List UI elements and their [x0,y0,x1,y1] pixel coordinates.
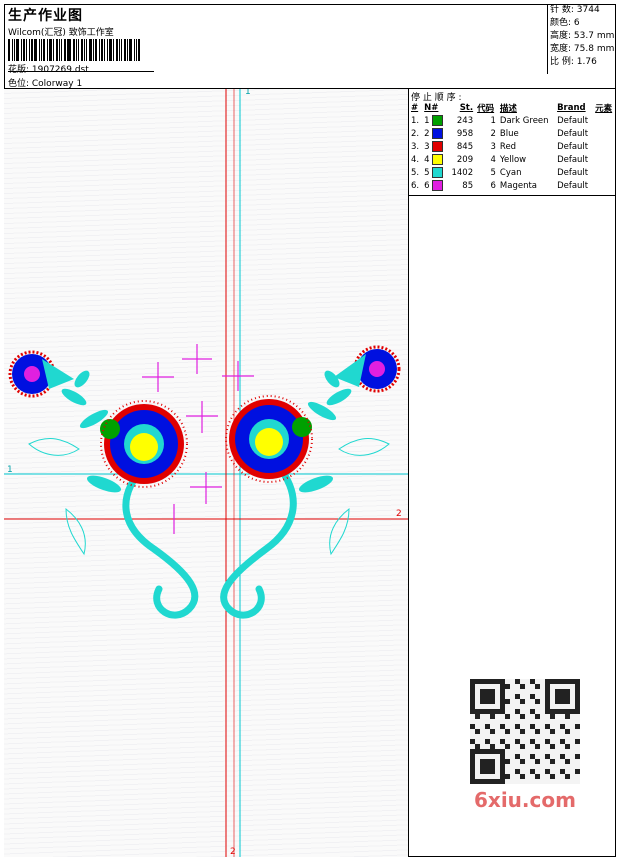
qr-code [470,679,580,784]
row-index: 3. [411,141,420,152]
table-row: 3. 3 845 3 Red Default [409,140,616,153]
watermark: 6xiu.com [474,788,576,812]
row-element [593,114,616,127]
guide-label-cyan-top: 1 [245,89,251,97]
row-index: 4. [411,154,420,165]
row-number: 2 [422,127,447,140]
guide-label-red-right: 2 [396,509,402,519]
header: 生产作业图 Wilcom(汇冠) 致饰工作室 花版: 1907269.dst 色… [4,4,616,89]
colorway: 色位: Colorway 1 [8,79,83,89]
table-header: # N# St. 代码 描述 Brand 元素 [409,101,616,114]
stat-scale: 比 例: 1.76 [550,57,597,67]
row-brand: Default [557,154,589,165]
row-stitches: 958 [456,128,474,139]
row-description: Dark Green [499,115,549,126]
row-stitches: 209 [456,154,474,165]
col-code: 代码 [477,103,495,114]
company-name: Wilcom(汇冠) 致饰工作室 [8,28,114,38]
left-stem [122,463,199,619]
row-description: Yellow [499,154,527,165]
stats-panel: 针 数: 3744 颜色: 6 高度: 53.7 mm 宽度: 75.8 mm … [547,4,619,74]
design-artwork [4,89,408,857]
row-number: 4 [422,153,447,166]
right-outline-leaves [329,438,390,556]
right-big-flower [225,395,313,483]
table-row: 5. 5 1402 5 Cyan Default [409,166,616,179]
col-element: 元素 [595,103,613,114]
row-number: 5 [422,166,447,179]
color-swatch [432,180,444,191]
row-stitches: 845 [456,141,474,152]
col-index: # [411,102,419,113]
table-row: 6. 6 85 6 Magenta Default [409,179,616,192]
row-brand: Default [557,167,589,178]
row-description: Blue [499,128,519,139]
row-code: 1 [490,115,496,126]
row-element [593,127,616,140]
table-row: 4. 4 209 4 Yellow Default [409,153,616,166]
row-index: 6. [411,180,420,191]
row-code: 6 [490,180,496,191]
row-element [593,179,616,192]
row-number: 6 [422,179,447,192]
row-code: 4 [490,154,496,165]
right-small-flower [334,345,401,393]
stat-stitches: 针 数: 3744 [550,5,600,15]
row-code: 3 [490,141,496,152]
row-description: Cyan [499,167,522,178]
table-row: 1. 1 243 1 Dark Green Default [409,114,616,127]
row-stitches: 243 [456,115,474,126]
row-brand: Default [557,128,589,139]
guide-label-cyan-left: 1 [7,465,13,475]
col-description: 描述 [499,103,517,114]
color-swatch [432,141,444,152]
barcode [8,39,142,61]
color-swatch [432,154,444,165]
row-number: 1 [422,114,447,127]
row-element [593,166,616,179]
row-index: 2. [411,128,420,139]
row-code: 5 [490,167,496,178]
sheet-title: 生产作业图 [8,8,83,24]
row-code: 2 [490,128,496,139]
row-brand: Default [557,141,589,152]
row-brand: Default [557,180,589,191]
row-stitches: 85 [462,180,474,191]
design-file: 花版: 1907269.dst [8,65,89,75]
stop-sequence-box: 停 止 顺 序 : # N# St. 代码 描述 Brand 元素 1. 1 24… [409,89,616,196]
stat-colors: 颜色: 6 [550,18,580,28]
row-description: Red [499,141,517,152]
guide-label-red-bottom: 2 [230,847,236,857]
stat-width: 宽度: 75.8 mm [550,44,615,54]
color-swatch [432,128,444,139]
row-index: 1. [411,115,420,126]
col-number: N# [424,102,439,113]
row-description: Magenta [499,180,538,191]
row-element [593,153,616,166]
design-canvas[interactable]: 1 1 2 2 [4,89,409,857]
col-stitches: St. [459,102,474,113]
row-index: 5. [411,167,420,178]
table-row: 2. 2 958 2 Blue Default [409,127,616,140]
stop-sequence-table: # N# St. 代码 描述 Brand 元素 1. 1 243 1 Dark Gre… [409,101,616,192]
row-element [593,140,616,153]
color-swatch [432,115,444,126]
color-swatch [432,167,444,178]
row-brand: Default [557,115,589,126]
left-outline-leaves [28,438,86,556]
stat-height: 高度: 53.7 mm [550,31,615,41]
col-brand: Brand [557,102,586,113]
row-stitches: 1402 [451,167,474,178]
row-number: 3 [422,140,447,153]
